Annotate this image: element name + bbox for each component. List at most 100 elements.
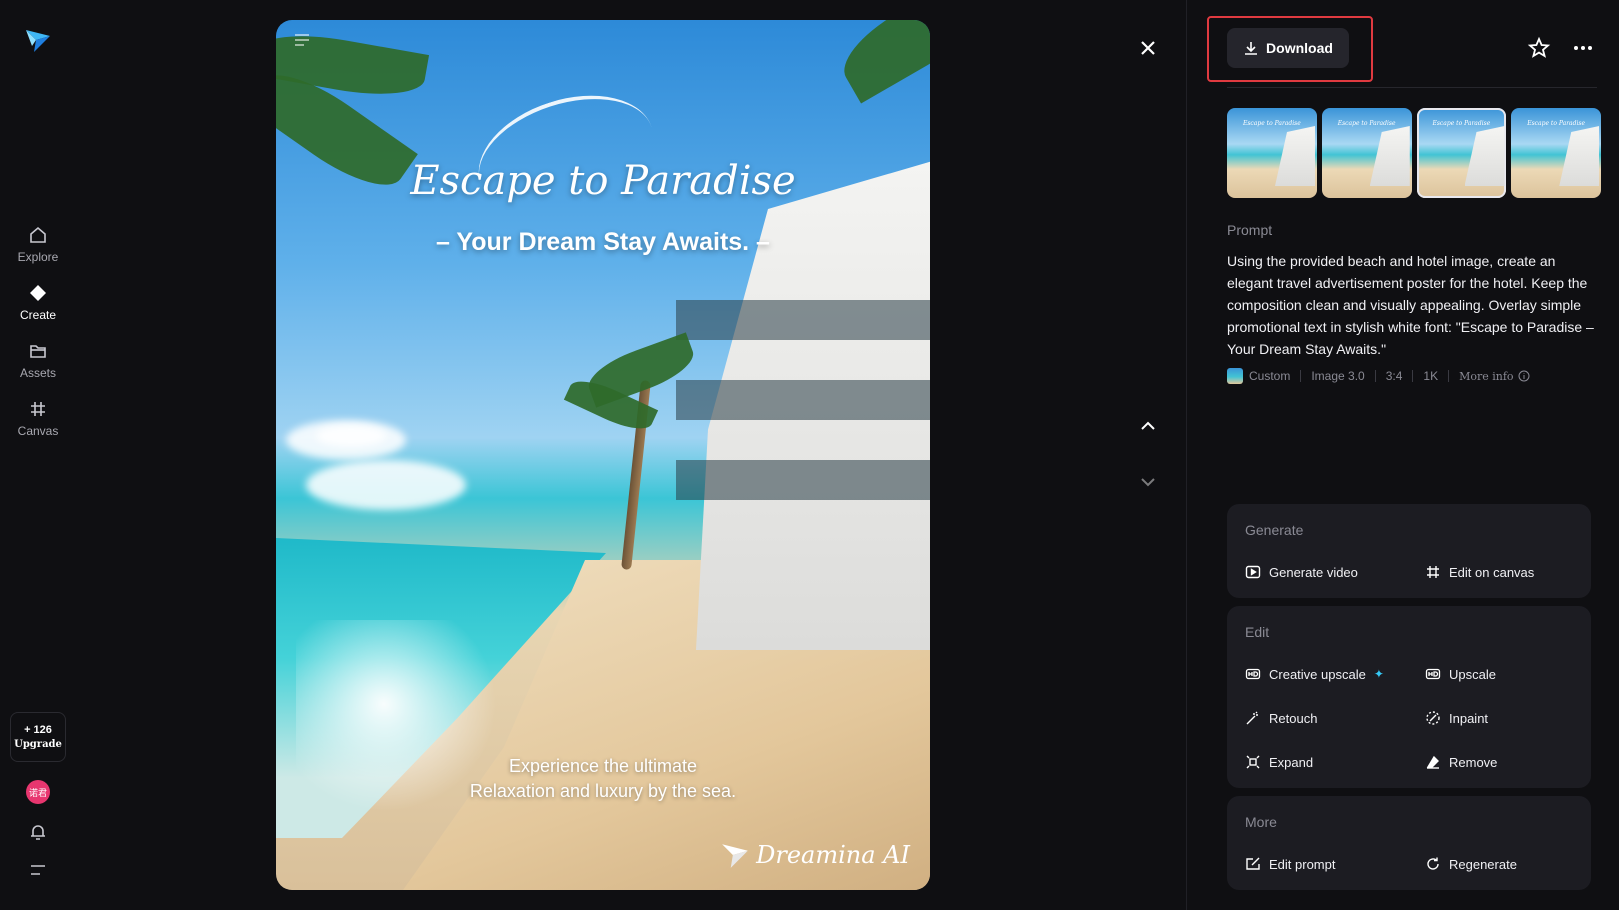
star-icon[interactable] xyxy=(1527,36,1551,60)
canvas-icon xyxy=(31,401,45,416)
meta-separator xyxy=(1300,370,1302,382)
folder-icon xyxy=(30,344,46,358)
poster-brand: Dreamina AI xyxy=(720,840,910,870)
variant-thumbnail[interactable]: Escape to Paradise xyxy=(1227,108,1317,198)
thumb-hotel xyxy=(1559,126,1600,186)
details-panel: Download Escape to Paradise Escape to Pa… xyxy=(1187,0,1619,910)
expand-button[interactable]: Expand xyxy=(1245,754,1313,770)
info-icon[interactable] xyxy=(1518,370,1530,382)
edit-prompt-label: Edit prompt xyxy=(1269,856,1336,872)
thumb-hotel xyxy=(1369,126,1410,186)
image-menu-icon[interactable] xyxy=(292,32,312,48)
poster-body-line2: Relaxation and luxury by the sea. xyxy=(469,781,737,801)
generation-meta: Custom Image 3.0 3:4 1K More info xyxy=(1227,368,1530,384)
poster-brand-text: Dreamina AI xyxy=(756,841,910,869)
app: Explore Create Assets Canvas + 126 Upgra… xyxy=(0,0,1619,910)
edit-title: Edit xyxy=(1245,624,1270,640)
more-card: More Edit prompt Regenerate xyxy=(1227,796,1591,890)
palm-frond xyxy=(831,20,930,104)
remove-button[interactable]: Remove xyxy=(1425,754,1497,770)
regenerate-label: Regenerate xyxy=(1449,856,1517,872)
meta-separator xyxy=(1374,370,1376,382)
regenerate-icon xyxy=(1427,857,1439,870)
retouch-button[interactable]: Retouch xyxy=(1245,710,1317,726)
nav-assets[interactable]: Assets xyxy=(8,334,68,386)
video-icon xyxy=(1245,565,1261,579)
close-icon[interactable] xyxy=(1136,36,1160,60)
thumb-text: Escape to Paradise xyxy=(1242,120,1301,127)
nav-canvas[interactable]: Canvas xyxy=(8,392,68,444)
variant-thumbnails: Escape to Paradise Escape to Paradise Es… xyxy=(1227,108,1601,198)
thumb-text: Escape to Paradise xyxy=(1527,120,1586,127)
upgrade-button[interactable]: + 126 Upgrade xyxy=(10,712,66,762)
prompt-text: Using the provided beach and hotel image… xyxy=(1227,253,1594,357)
expand-icon xyxy=(1246,755,1260,769)
dreamina-logo-icon[interactable] xyxy=(24,26,52,54)
meta-custom: Custom xyxy=(1249,369,1291,383)
menu-icon[interactable] xyxy=(28,862,48,878)
decorative-arc xyxy=(463,74,669,236)
more-options-icon[interactable] xyxy=(1571,36,1595,60)
magic-wand-icon xyxy=(1246,711,1258,725)
retouch-label: Retouch xyxy=(1269,710,1318,726)
meta-ratio: 3:4 xyxy=(1385,369,1403,383)
edit-on-canvas-button[interactable]: Edit on canvas xyxy=(1425,564,1534,580)
upscale-label: Upscale xyxy=(1449,666,1496,682)
cloud xyxy=(316,425,386,447)
chevron-down-icon[interactable] xyxy=(1136,470,1160,494)
edit-prompt-button[interactable]: Edit prompt xyxy=(1245,856,1335,872)
dreamina-logo-icon xyxy=(722,844,748,868)
bell-icon[interactable] xyxy=(28,822,48,842)
avatar[interactable]: 诺君 xyxy=(26,780,50,804)
edit-on-canvas-label: Edit on canvas xyxy=(1449,564,1535,580)
nav-explore-label: Explore xyxy=(17,249,59,264)
nav-create-label: Create xyxy=(19,307,57,322)
reference-image-icon xyxy=(1227,368,1243,384)
nav-explore[interactable]: Explore xyxy=(8,218,68,270)
left-sidebar: Explore Create Assets Canvas + 126 Upgra… xyxy=(0,0,76,910)
generate-video-button[interactable]: Generate video xyxy=(1245,564,1358,580)
inpaint-label: Inpaint xyxy=(1449,710,1489,726)
creative-upscale-button[interactable]: Creative upscale ✦ xyxy=(1245,666,1384,682)
generate-title: Generate xyxy=(1245,522,1304,538)
inpaint-icon xyxy=(1426,711,1440,725)
upscale-button[interactable]: Upscale xyxy=(1425,666,1496,682)
home-icon xyxy=(30,226,46,243)
meta-resolution: 1K xyxy=(1423,369,1439,383)
creative-upscale-label: Creative upscale xyxy=(1269,666,1366,682)
nav-assets-label: Assets xyxy=(19,365,56,380)
poster-subtitle: – Your Dream Stay Awaits. – xyxy=(436,228,770,256)
inpaint-button[interactable]: Inpaint xyxy=(1425,710,1488,726)
eraser-icon xyxy=(1426,755,1439,769)
regenerate-button[interactable]: Regenerate xyxy=(1425,856,1517,872)
sparkle-icon: ✦ xyxy=(1373,667,1384,681)
hotel-balcony xyxy=(676,300,930,340)
variant-thumbnail[interactable]: Escape to Paradise xyxy=(1321,108,1412,198)
nav-canvas-label: Canvas xyxy=(17,423,59,438)
thumb-text: Escape to Paradise xyxy=(1337,120,1396,127)
download-button[interactable]: Download xyxy=(1227,28,1349,68)
expand-label: Expand xyxy=(1269,754,1314,770)
upgrade-label: Upgrade xyxy=(14,739,62,750)
edit-card: Edit Creative upscale ✦ Upscale Retouch … xyxy=(1227,606,1591,788)
canvas-icon xyxy=(1427,566,1439,578)
poster-body-line1: Experience the ultimate xyxy=(508,756,698,776)
chevron-up-icon[interactable] xyxy=(1136,414,1160,438)
hd-plus-icon xyxy=(1245,668,1261,680)
meta-separator xyxy=(1412,370,1414,382)
variant-thumbnail[interactable]: Escape to Paradise xyxy=(1511,108,1601,198)
thumb-text: Escape to Paradise xyxy=(1432,120,1491,127)
generated-image[interactable]: Escape to Paradise – Your Dream Stay Awa… xyxy=(276,20,930,890)
thumb-hotel xyxy=(1464,126,1505,186)
credits-count: + 126 xyxy=(24,724,52,736)
hotel-balcony xyxy=(676,380,930,420)
more-info-link[interactable]: More info xyxy=(1459,370,1513,383)
diamond-icon xyxy=(30,284,46,301)
hotel-balcony xyxy=(676,460,930,500)
download-icon xyxy=(1245,42,1258,55)
variant-thumbnail-selected[interactable]: Escape to Paradise xyxy=(1416,108,1507,198)
edit-prompt-icon xyxy=(1246,857,1260,870)
nav-create[interactable]: Create xyxy=(8,276,68,328)
prompt-label: Prompt xyxy=(1227,222,1273,238)
generate-video-label: Generate video xyxy=(1269,564,1358,580)
